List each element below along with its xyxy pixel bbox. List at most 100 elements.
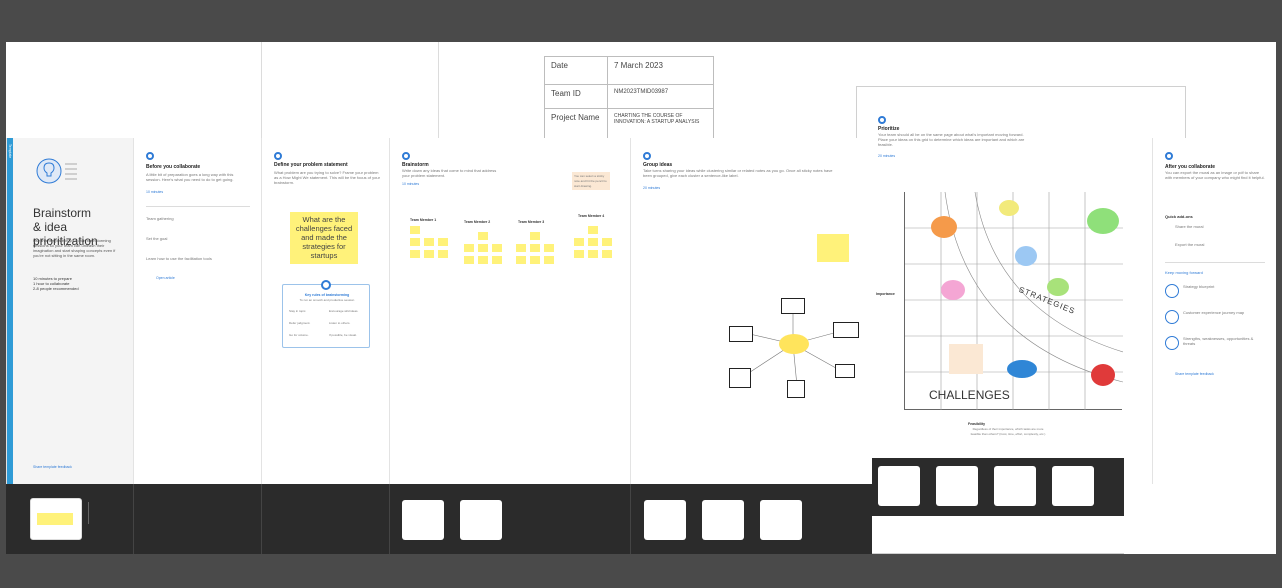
sticky-note[interactable] — [530, 244, 540, 252]
divider — [1165, 262, 1265, 263]
keep-moving-heading: Keep moving forward — [1165, 270, 1203, 275]
example-thumbnail[interactable] — [936, 466, 978, 506]
blueprint-icon — [1165, 284, 1179, 298]
problem-statement-sticky[interactable]: What are the challenges faced and made t… — [290, 212, 358, 264]
sticky-note[interactable] — [544, 244, 554, 252]
sticky-note[interactable] — [492, 244, 502, 252]
sticky-note[interactable] — [424, 238, 434, 246]
sticky-note[interactable] — [588, 226, 598, 234]
idea-cluster[interactable] — [1087, 208, 1119, 234]
idea-node[interactable] — [729, 326, 753, 342]
lightbulb-icon — [321, 280, 331, 290]
idea-node[interactable] — [787, 380, 805, 398]
step-marker — [146, 152, 154, 160]
sticky-note[interactable] — [530, 232, 540, 240]
frame-footer — [6, 484, 872, 554]
member-label: Team Member 2 — [464, 220, 491, 224]
sticky-note[interactable] — [438, 250, 448, 258]
sticky-note[interactable] — [424, 250, 434, 258]
sticky-note[interactable] — [464, 256, 474, 264]
sticky-note[interactable] — [516, 244, 526, 252]
sticky-note[interactable] — [492, 256, 502, 264]
template-link[interactable]: Customer experience journey map — [1183, 310, 1265, 315]
sticky-note[interactable] — [588, 238, 598, 246]
divider — [146, 206, 250, 207]
bottom-bar — [0, 554, 1282, 588]
sticky-note[interactable] — [817, 234, 849, 262]
example-thumbnail[interactable] — [460, 500, 502, 540]
example-thumbnail[interactable] — [760, 500, 802, 540]
sticky-notes-grid[interactable] — [404, 226, 624, 316]
sticky-note[interactable] — [544, 256, 554, 264]
export-mural-item[interactable]: Export the mural — [1175, 242, 1204, 247]
sticky-note[interactable] — [478, 256, 488, 264]
problem-description: What problem are you trying to solve? Fr… — [274, 170, 380, 185]
idea-node[interactable] — [833, 322, 859, 338]
idea-node[interactable] — [835, 364, 855, 378]
idea-cluster[interactable] — [1047, 278, 1069, 296]
example-thumbnail[interactable] — [402, 500, 444, 540]
sticky-note[interactable] — [478, 244, 488, 252]
sticky-note[interactable] — [530, 256, 540, 264]
sticky-note[interactable] — [478, 232, 488, 240]
template-link[interactable]: Strategy blueprint — [1183, 284, 1214, 289]
step-marker — [402, 152, 410, 160]
time-label: 10 minutes — [146, 190, 164, 194]
sticky-note[interactable] — [516, 256, 526, 264]
template-info — [88, 502, 114, 524]
frame-border — [438, 42, 439, 138]
example-thumbnail[interactable] — [644, 500, 686, 540]
template-tab[interactable]: Template — [7, 138, 13, 488]
date-value: 7 March 2023 — [607, 56, 714, 85]
priority-grid[interactable]: STRATEGIES CHALLENGES — [904, 192, 1123, 410]
idea-cluster[interactable] — [1091, 364, 1115, 386]
central-idea-node[interactable] — [779, 334, 809, 354]
share-mural-item[interactable]: Share the mural — [1175, 224, 1203, 229]
project-info-table: Date 7 March 2023 Team ID NM2023TMID0398… — [544, 56, 714, 143]
sticky-note[interactable] — [574, 238, 584, 246]
sticky-note[interactable] — [410, 238, 420, 246]
step-marker — [1165, 152, 1173, 160]
lightbulb-icon — [35, 154, 79, 188]
problem-title: Define your problem statement — [274, 162, 348, 168]
member-label: Team Member 3 — [518, 220, 545, 224]
idea-cluster[interactable] — [931, 216, 957, 238]
idea-cluster[interactable] — [1015, 246, 1037, 266]
sticky-note[interactable] — [410, 250, 420, 258]
step-a: Team gathering — [146, 216, 174, 221]
idea-node[interactable] — [729, 368, 751, 388]
example-thumbnail[interactable] — [702, 500, 744, 540]
member-label: Team Member 1 — [410, 218, 437, 222]
brainstorm-rules-card: Key rules of brainstorming To run an smo… — [282, 280, 370, 348]
idea-note[interactable] — [949, 344, 983, 374]
idea-cluster[interactable] — [999, 200, 1019, 216]
idea-cluster[interactable] — [941, 280, 965, 300]
sticky-note[interactable] — [602, 250, 612, 258]
sticky-note[interactable] — [438, 238, 448, 246]
idea-cluster[interactable] — [1007, 360, 1037, 378]
team-id-value: NM2023TMID03987 — [607, 84, 714, 109]
template-link[interactable]: Strengths, weaknesses, opportunities & t… — [1183, 336, 1265, 346]
time-label: 20 minutes — [643, 186, 661, 190]
share-feedback-link[interactable]: Share template feedback — [33, 465, 72, 469]
open-article-link[interactable]: Open article — [156, 276, 175, 280]
share-feedback-link[interactable]: Share template feedback — [1175, 372, 1214, 376]
example-thumbnail[interactable] — [878, 466, 920, 506]
sticky-note[interactable] — [602, 238, 612, 246]
step-b: Set the goal — [146, 236, 168, 241]
template-thumbnail[interactable] — [30, 498, 82, 540]
step-marker — [878, 116, 886, 124]
prioritize-footer — [872, 458, 1124, 516]
sticky-note[interactable] — [410, 226, 420, 234]
idea-node[interactable] — [781, 298, 805, 314]
sticky-note[interactable] — [574, 250, 584, 258]
example-thumbnail[interactable] — [994, 466, 1036, 506]
date-label: Date — [544, 56, 608, 85]
sticky-note[interactable] — [588, 250, 598, 258]
brainstorm-description: Write down any ideas that come to mind t… — [402, 168, 497, 178]
top-bar — [0, 0, 1282, 42]
example-thumbnail[interactable] — [1052, 466, 1094, 506]
mural-canvas[interactable]: Date 7 March 2023 Team ID NM2023TMID0398… — [6, 42, 1276, 554]
after-description: You can export the mural as an image or … — [1165, 170, 1265, 180]
sticky-note[interactable] — [464, 244, 474, 252]
